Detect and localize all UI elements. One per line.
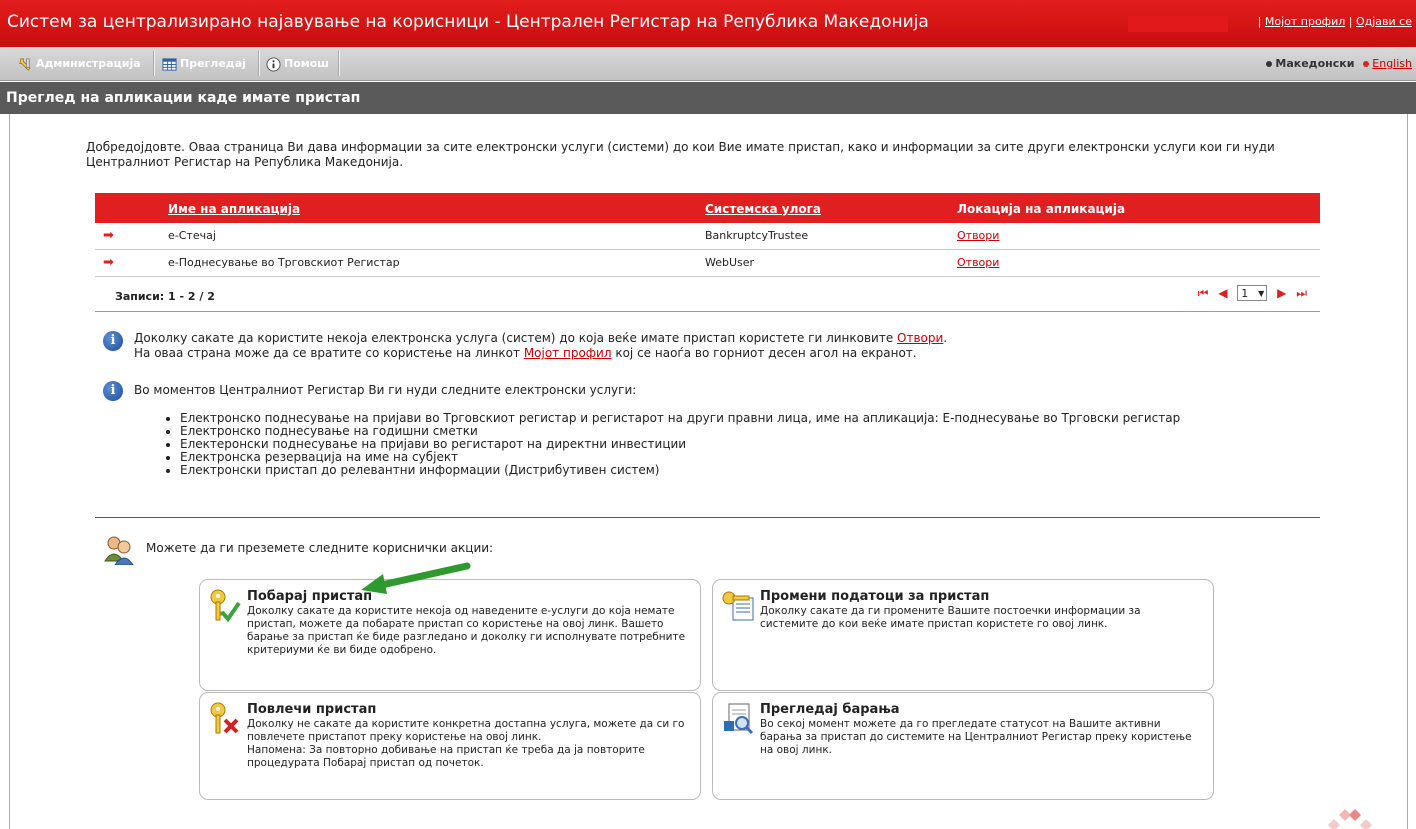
user-actions-intro: Можете да ги преземете следните кориснич… [146, 541, 494, 555]
column-header-location: Локација на апликација [957, 202, 1126, 216]
logo-watermark-icon [1328, 809, 1372, 829]
menu-divider [153, 51, 155, 76]
app-role: WebUser [705, 256, 755, 269]
open-link[interactable]: Отвори [957, 256, 999, 269]
review-requests-card[interactable]: Прегледај барања Во секој момент можете … [712, 692, 1214, 800]
pager: ⏮ ◀ 1 ▼ ▶ ⏭ [1195, 285, 1310, 301]
logout-link[interactable]: Одјави се [1356, 15, 1412, 28]
open-inline-link[interactable]: Отвори [897, 331, 943, 345]
table-row: ➡ е-Стечај BankruptcyTrustee Отвори [95, 223, 1320, 250]
menu-help[interactable]: Помош [262, 47, 329, 80]
table-footer: Записи: 1 - 2 / 2 ⏮ ◀ 1 ▼ ▶ ⏭ [95, 277, 1320, 312]
page-select[interactable]: 1 ▼ [1237, 285, 1268, 301]
menu-bar: Администрација Прегледај Помош Македонск… [0, 47, 1416, 81]
app-title: Систем за централизирано најавување на к… [7, 12, 929, 32]
last-page-icon[interactable]: ⏭ [1296, 286, 1307, 301]
column-header-name[interactable]: Име на апликација [168, 202, 300, 216]
info-line-2: На оваа страна може да се вратите со кор… [134, 346, 524, 360]
divider [95, 517, 1320, 518]
table-row: ➡ е-Поднесување во Трговскиот Регистар W… [95, 250, 1320, 277]
page-title: Преглед на апликации каде имате пристап [6, 90, 361, 106]
username-redacted [1128, 16, 1228, 32]
page-header: Преглед на апликации каде имате пристап [0, 82, 1416, 114]
menu-administration-label: Администрација [36, 57, 141, 70]
top-links: | Мојот профил | Одјави се [1258, 15, 1412, 28]
card-title: Побарај пристап [247, 589, 373, 604]
users-icon [104, 536, 134, 565]
next-page-icon[interactable]: ▶ [1277, 286, 1286, 300]
separator: | [1257, 15, 1262, 28]
menu-browse[interactable]: Прегледај [158, 47, 246, 80]
title-bar: Систем за централизирано најавување на к… [0, 0, 1416, 47]
app-name: е-Стечај [168, 229, 216, 242]
separator: | [1348, 15, 1353, 28]
row-arrow-icon: ➡ [103, 255, 114, 270]
open-link[interactable]: Отвори [957, 229, 999, 242]
card-title: Повлечи пристап [247, 702, 377, 717]
menu-administration[interactable]: Администрација [14, 47, 141, 80]
menu-divider [338, 51, 340, 76]
chevron-down-icon: ▼ [1258, 289, 1265, 298]
info-line-1-end: . [943, 331, 948, 345]
card-description: Во секој момент можете да го прегледате … [760, 718, 1192, 756]
admin-tools-icon [19, 58, 31, 71]
row-arrow-icon: ➡ [103, 228, 114, 243]
language-switcher: Македонски English [1266, 57, 1412, 70]
menu-help-label: Помош [284, 57, 329, 70]
table-grid-icon [162, 57, 177, 71]
info-icon: i [103, 381, 123, 401]
card-description: Доколку не сакате да користите конкретна… [247, 718, 685, 769]
document-search-icon [724, 703, 754, 735]
card-description: Доколку сакате да ги промените Вашите по… [760, 605, 1141, 630]
info-line-1: Доколку сакате да користите некоја елект… [134, 331, 898, 345]
menu-divider [258, 51, 260, 76]
key-check-icon [210, 589, 241, 623]
app-role: BankruptcyTrustee [705, 229, 809, 242]
info-icon: i [103, 331, 123, 351]
my-profile-link[interactable]: Мојот профил [1265, 15, 1345, 28]
first-page-icon[interactable]: ⏮ [1198, 286, 1209, 301]
welcome-text: Добредојдовте. Оваа страница Ви дава инф… [86, 140, 1275, 169]
bullet-icon [1266, 61, 1273, 67]
revoke-access-card[interactable]: Повлечи пристап Доколку не сакате да кор… [199, 692, 701, 800]
menu-browse-label: Прегледај [180, 57, 246, 70]
info-access-text: Доколку сакате да користите некоја елект… [134, 331, 947, 361]
records-count: Записи: 1 - 2 / 2 [115, 290, 215, 303]
card-title: Прегледај барања [760, 702, 900, 717]
info-line-2-end: кој се наоѓа во горниот десен агол на ек… [611, 346, 917, 360]
services-list: Електронско поднесување на пријави во Тр… [168, 412, 1180, 477]
card-description: Доколку сакате да користите некоја од на… [247, 605, 686, 656]
prev-page-icon[interactable]: ◀ [1218, 286, 1227, 300]
key-delete-icon [210, 702, 239, 734]
key-document-icon [722, 591, 754, 621]
language-current[interactable]: Македонски [1275, 57, 1354, 70]
table-header: Име на апликација Системска улога Локаци… [95, 193, 1320, 223]
app-name: е-Поднесување во Трговскиот Регистар [168, 256, 400, 269]
list-item: Електронски пристап до релевантни информ… [180, 464, 1180, 477]
language-english-link[interactable]: English [1372, 57, 1412, 70]
card-title: Промени податоци за пристап [760, 589, 990, 604]
column-header-role[interactable]: Системска улога [705, 202, 821, 216]
change-access-card[interactable]: Промени податоци за пристап Доколку сака… [712, 579, 1214, 691]
info-help-icon [266, 56, 281, 72]
applications-table: Име на апликација Системска улога Локаци… [95, 193, 1320, 312]
green-arrow-icon [361, 562, 471, 594]
page-select-value: 1 [1241, 287, 1249, 300]
bullet-icon [1363, 61, 1370, 67]
my-profile-inline-link[interactable]: Мојот профил [524, 346, 612, 360]
services-intro: Во моментов Централниот Регистар Ви ги н… [134, 383, 637, 397]
